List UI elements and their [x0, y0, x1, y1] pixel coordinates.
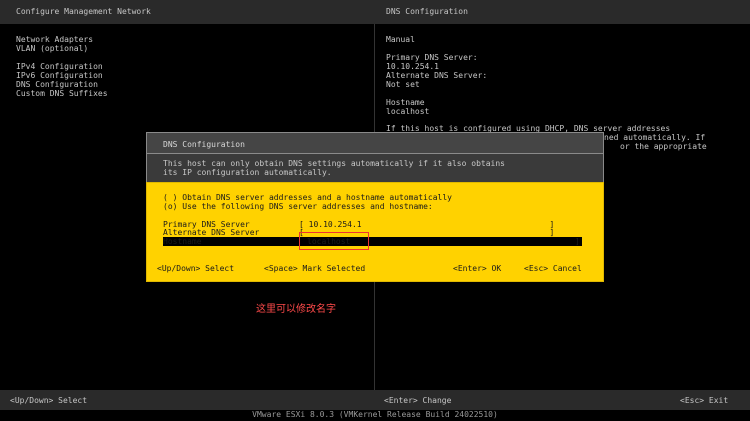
dns-mode: Manual [386, 35, 415, 44]
status-bar: <Up/Down> Select <Enter> Change <Esc> Ex… [0, 390, 750, 410]
alternate-dns-value: Not set [386, 80, 420, 89]
version-footer: VMware ESXi 8.0.3 (VMKernel Release Buil… [252, 410, 498, 419]
dhcp-note-line2: ned automatically. If [604, 133, 706, 142]
hostname-value: localhost [386, 107, 430, 116]
hostname-field-label: Hostname [163, 237, 202, 246]
hostname-label: Hostname [386, 98, 425, 107]
dialog-title-bar: DNS Configuration [146, 132, 604, 154]
cancel-key-hint[interactable]: <Esc> Cancel [524, 264, 582, 273]
help-select: <Up/Down> Select [157, 264, 235, 273]
dialog-desc-line2: its IP configuration automatically. [163, 168, 332, 177]
ok-key-hint[interactable]: <Enter> OK [453, 264, 501, 273]
menu-item-dns-suffixes[interactable]: Custom DNS Suffixes [16, 89, 108, 98]
left-pane-title: Configure Management Network [16, 7, 151, 16]
status-exit-hint: <Esc> Exit [680, 396, 729, 405]
alternate-dns-label: Alternate DNS Server: [386, 71, 488, 80]
highlight-box [299, 232, 369, 250]
menu-item-vlan[interactable]: VLAN (optional) [16, 44, 88, 53]
help-mark-selected: <Space> Mark Selected [264, 264, 366, 273]
annotation-note: 这里可以修改名字 [256, 304, 336, 315]
radio-use-following[interactable]: (o) Use the following DNS server address… [163, 202, 433, 211]
hostname-row-selected[interactable]: Hostname localhost ] [163, 237, 582, 246]
menu-item-ipv4[interactable]: IPv4 Configuration [16, 62, 103, 71]
dialog-description: This host can only obtain DNS settings a… [146, 154, 604, 182]
dialog-title: DNS Configuration [163, 140, 245, 149]
top-bar: Configure Management Network DNS Configu… [0, 0, 750, 24]
dns-configuration-dialog: DNS Configuration This host can only obt… [146, 132, 604, 282]
primary-dns-value: 10.10.254.1 [386, 62, 439, 71]
primary-dns-label: Primary DNS Server: [386, 53, 478, 62]
dialog-desc-line1: This host can only obtain DNS settings a… [163, 159, 505, 168]
right-pane-title: DNS Configuration [386, 7, 468, 16]
menu-item-dns[interactable]: DNS Configuration [16, 80, 98, 89]
dhcp-note-line3: or the appropriate [620, 142, 707, 151]
dialog-body: ( ) Obtain DNS server addresses and a ho… [146, 182, 604, 282]
hostname-input-close: ] [575, 237, 580, 246]
status-select-hint: <Up/Down> Select [10, 396, 88, 405]
menu-item-ipv6[interactable]: IPv6 Configuration [16, 71, 103, 80]
menu-item-network-adapters[interactable]: Network Adapters [16, 35, 93, 44]
radio-obtain-automatically[interactable]: ( ) Obtain DNS server addresses and a ho… [163, 193, 452, 202]
status-change-hint: <Enter> Change [384, 396, 452, 405]
alternate-dns-field-label: Alternate DNS Server [163, 228, 260, 237]
